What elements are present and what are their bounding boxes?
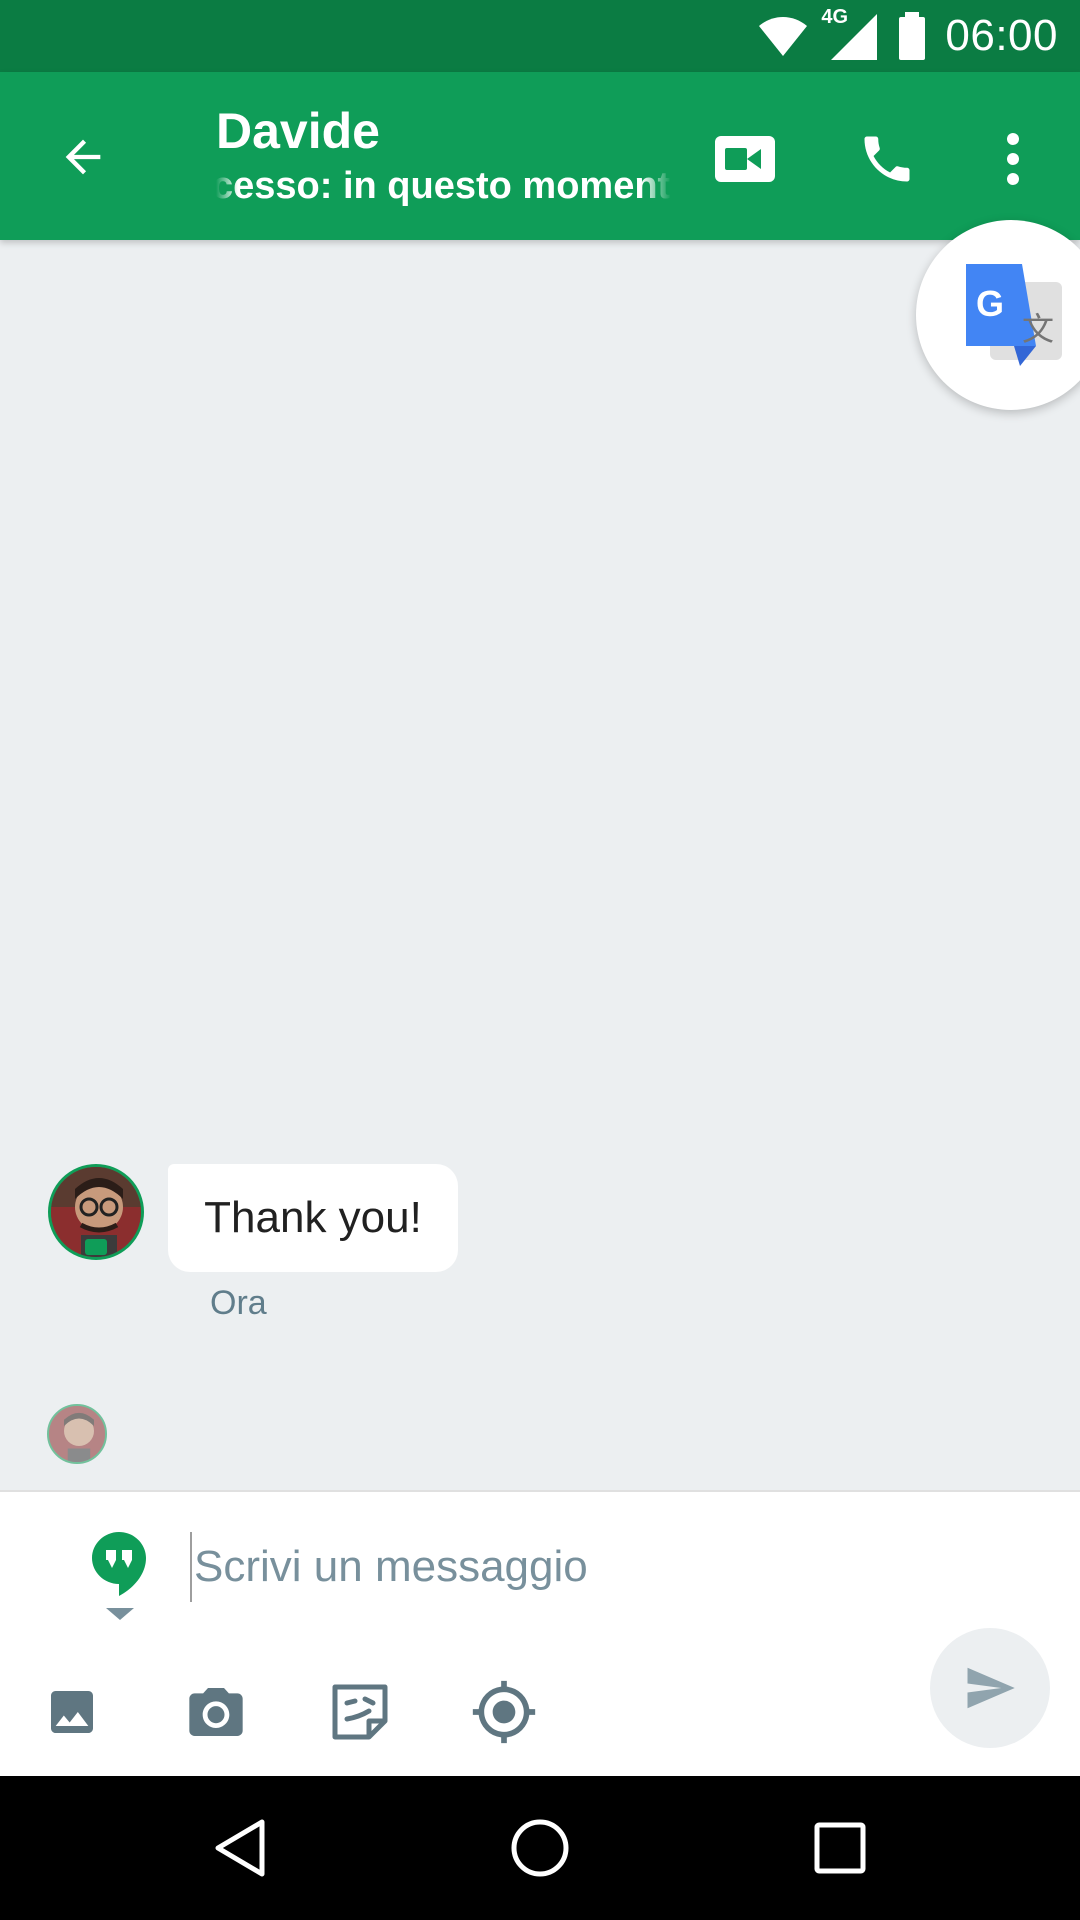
arrow-back-icon (65, 139, 101, 175)
phone-call-button[interactable] (842, 114, 932, 204)
avatar-photo-small (49, 1406, 105, 1462)
read-receipt-avatar (47, 1404, 107, 1464)
compose-bar (0, 1490, 1080, 1776)
video-call-button[interactable] (700, 114, 790, 204)
camera-icon (189, 1688, 243, 1736)
nav-home-icon (511, 1819, 569, 1877)
gallery-button[interactable] (32, 1672, 112, 1752)
gallery-icon (51, 1691, 93, 1733)
network-type: 4G (821, 6, 849, 28)
chevron-down-icon[interactable] (106, 1608, 134, 1620)
status-icons: 4G 06:00 (757, 0, 1058, 72)
send-icon (967, 1667, 1015, 1709)
contact-status: cesso: in questo moment (216, 165, 671, 207)
nav-back-button[interactable] (190, 1798, 290, 1898)
back-button[interactable] (40, 114, 126, 200)
send-button[interactable] (930, 1628, 1050, 1748)
app-bar: Davide cesso: in questo moment (0, 72, 1080, 240)
phone-call-icon (864, 136, 910, 182)
nav-recents-icon (814, 1822, 866, 1874)
location-icon (472, 1680, 536, 1744)
sticker-icon (332, 1684, 388, 1740)
marquee-fade-right (641, 160, 671, 212)
message-bubble[interactable]: Thank you! (168, 1164, 458, 1272)
conversation-header[interactable]: Davide cesso: in questo moment (216, 102, 671, 212)
marquee-fade-left (216, 160, 238, 212)
sticker-button[interactable] (320, 1672, 400, 1752)
message-timestamp: Ora (210, 1284, 267, 1322)
status-bar: 4G 06:00 (0, 0, 1080, 72)
hangouts-badge (85, 1239, 107, 1255)
navigation-bar (0, 1776, 1080, 1920)
nav-home-button[interactable] (490, 1798, 590, 1898)
video-call-icon (715, 136, 775, 182)
nav-recents-button[interactable] (790, 1798, 890, 1898)
nav-back-icon (215, 1819, 265, 1877)
status-time: 06:00 (945, 11, 1058, 60)
more-options-button[interactable] (968, 114, 1058, 204)
location-button[interactable] (464, 1672, 544, 1752)
avatar[interactable] (48, 1164, 144, 1260)
camera-button[interactable] (176, 1672, 256, 1752)
battery-icon (899, 12, 926, 60)
more-vert-icon (1007, 133, 1019, 185)
message-input[interactable] (190, 1532, 890, 1602)
message-text: Thank you! (204, 1193, 422, 1242)
hangouts-icon (92, 1532, 146, 1596)
contact-name: Davide (216, 103, 380, 159)
wifi-icon (759, 17, 808, 56)
conversation-area[interactable]: Thank you! Ora (0, 240, 1080, 1490)
hangouts-transport-selector[interactable] (90, 1530, 148, 1603)
signal-icon: 4G (821, 6, 879, 62)
